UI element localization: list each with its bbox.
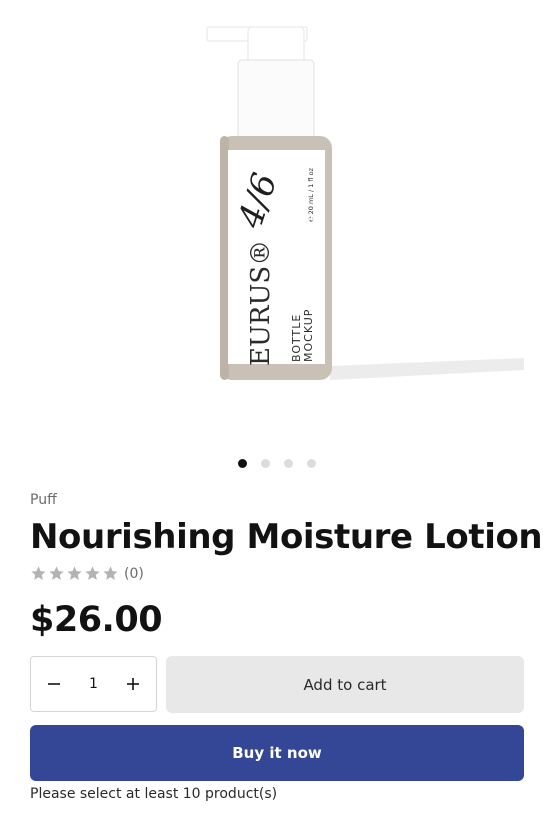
rating-stars: [30, 565, 119, 582]
product-vendor[interactable]: Puff: [30, 492, 57, 508]
label-volume: ℮ 20 mL / 1 fl oz: [307, 167, 315, 222]
quantity-decrease-button[interactable]: [31, 657, 77, 711]
minus-icon: [48, 683, 60, 685]
star-icon: [67, 566, 82, 580]
quantity-stepper: 1: [30, 656, 157, 712]
add-to-cart-button[interactable]: Add to cart: [166, 656, 524, 713]
product-rating[interactable]: (0): [30, 565, 144, 582]
star-icon: [49, 566, 64, 580]
carousel-dot-3[interactable]: [284, 459, 293, 468]
product-price: $26.00: [30, 600, 163, 640]
star-icon: [85, 566, 100, 580]
quantity-input[interactable]: 1: [79, 676, 109, 692]
star-icon: [31, 566, 46, 580]
buy-it-now-button[interactable]: Buy it now: [30, 725, 524, 781]
quantity-increase-button[interactable]: [110, 657, 156, 711]
star-icon: [103, 566, 118, 580]
product-image: EURUS® BOTTLE MOCKUP 4/6 ℮ 20 mL / 1 fl …: [150, 14, 530, 414]
rating-count: (0): [124, 565, 144, 582]
plus-icon: [127, 678, 139, 690]
carousel-dot-2[interactable]: [261, 459, 270, 468]
product-title: Nourishing Moisture Lotion: [30, 517, 543, 557]
minimum-quantity-note: Please select at least 10 product(s): [30, 786, 278, 802]
carousel-dot-1[interactable]: [238, 459, 247, 468]
image-carousel-dots: [238, 459, 316, 468]
carousel-dot-4[interactable]: [307, 459, 316, 468]
label-brand: EURUS®: [246, 240, 276, 366]
lotion-bottle-illustration: EURUS® BOTTLE MOCKUP 4/6 ℮ 20 mL / 1 fl …: [206, 26, 524, 380]
label-line2: MOCKUP: [302, 309, 315, 362]
